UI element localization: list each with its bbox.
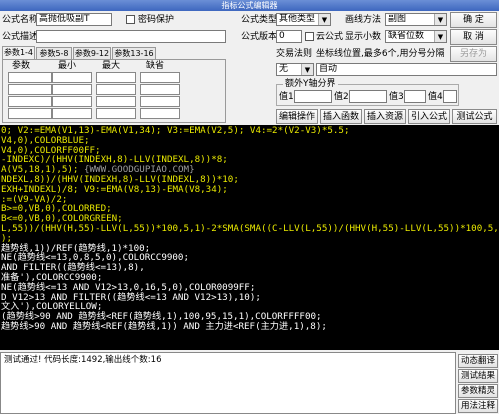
chevron-down-icon: ▼ (318, 14, 330, 25)
code-line: EXH+INDEXL)/8; V9:=EMA(V8,13)-EMA(V8,34)… (1, 184, 499, 195)
param-cell[interactable] (96, 84, 136, 95)
usage-notes-button[interactable]: 用法注释 (458, 399, 498, 413)
code-segment: 趋势线>90 AND 趋势线<REF(趋势线,1)) AND 主力进<REF(主… (1, 320, 327, 332)
status-text: 测试通过! 代码长度:1492,输出线个数:16 (4, 355, 162, 365)
edit-ops-button[interactable]: 编辑操作 (276, 109, 318, 124)
param-cell[interactable] (8, 72, 52, 83)
code-editor[interactable]: 0; V2:=EMA(V1,13)-EMA(V1,34); V3:=EMA(V2… (0, 125, 499, 350)
decimals-label: 显示小数 (345, 32, 382, 42)
y-value-1-input[interactable] (294, 90, 332, 103)
decimals-value: 缺省位数 (388, 31, 425, 41)
cloud-formula-checkbox[interactable] (305, 32, 314, 41)
cancel-button[interactable]: 取 消 (450, 29, 497, 45)
tab-params-9-12[interactable]: 参数9-12 (73, 47, 111, 59)
formula-version-input[interactable]: 0 (276, 30, 302, 43)
param-cell[interactable] (52, 72, 92, 83)
formula-type-value: 其他类型 (279, 14, 316, 24)
formula-desc-label: 公式描述 (2, 32, 39, 42)
param-cell[interactable] (8, 108, 52, 119)
code-line: 趋势线>90 AND 趋势线<REF(趋势线,1)) AND 主力进<REF(主… (1, 322, 499, 332)
formula-name-input[interactable]: 高抛低吸副T (36, 13, 112, 26)
code-segment: L,55))/(HHV(H,55)-LLV(L,55))*100,5,1)-2*… (1, 222, 499, 234)
param-cell[interactable] (52, 96, 92, 107)
trade-rule-select[interactable]: 无 ▼ (276, 63, 314, 76)
tab-params-5-8[interactable]: 参数5-8 (36, 47, 72, 59)
param-cell[interactable] (96, 96, 136, 107)
param-cell[interactable] (140, 108, 180, 119)
formula-type-select[interactable]: 其他类型 ▼ (276, 13, 331, 26)
import-formula-button[interactable]: 引入公式 (408, 109, 450, 124)
formula-type-label: 公式类型 (241, 15, 278, 25)
param-cell[interactable] (8, 96, 52, 107)
coord-hint-label: 坐标线位置,最多6个,用分号分隔 (316, 49, 445, 59)
formula-name-label: 公式名称 (2, 15, 39, 25)
draw-method-value: 副图 (388, 14, 407, 24)
ok-button[interactable]: 确 定 (450, 12, 497, 28)
decimals-select[interactable]: 缺省位数 ▼ (385, 30, 447, 43)
tab-params-13-16[interactable]: 参数13-16 (112, 47, 156, 59)
tab-params-1-4[interactable]: 参数1-4 (2, 46, 35, 59)
chevron-down-icon: ▼ (301, 64, 313, 75)
param-cell[interactable] (8, 84, 52, 95)
cloud-formula-label: 云公式 (316, 32, 344, 42)
param-header-name: 参数 (12, 61, 31, 71)
password-label: 密码保护 (138, 15, 175, 25)
param-cell[interactable] (52, 84, 92, 95)
y-value-3-label: 值3 (389, 92, 404, 102)
y-value-3-input[interactable] (404, 90, 426, 103)
insert-function-button[interactable]: 插入函数 (320, 109, 362, 124)
test-formula-button[interactable]: 测试公式 (452, 109, 497, 124)
param-cell[interactable] (140, 84, 180, 95)
chevron-down-icon: ▼ (434, 14, 446, 25)
dynamic-translate-button[interactable]: 动态翻译 (458, 354, 498, 368)
coord-line-input[interactable]: 自动 (316, 63, 497, 76)
y-value-4-input[interactable] (443, 90, 457, 103)
param-header-min: 最小 (58, 61, 77, 71)
trade-rule-label: 交易法则 (276, 49, 313, 59)
extra-y-axis-title: 额外Y轴分界 (283, 78, 338, 90)
status-panel: 测试通过! 代码长度:1492,输出线个数:16 (0, 352, 456, 414)
insert-resource-button[interactable]: 插入资源 (364, 109, 406, 124)
param-cell[interactable] (140, 72, 180, 83)
draw-method-label: 画线方法 (345, 15, 382, 25)
trade-rule-value: 无 (279, 64, 289, 74)
code-text: 0; V2:=EMA(V1,13)-EMA(V1,34); V3:=EMA(V2… (0, 125, 499, 332)
window-title: 指标公式编辑器 (0, 0, 499, 11)
formula-desc-input[interactable] (36, 30, 226, 43)
param-cell[interactable] (96, 72, 136, 83)
chevron-down-icon: ▼ (434, 31, 446, 42)
param-cell[interactable] (52, 108, 92, 119)
code-line: L,55))/(HHV(H,55)-LLV(L,55))*100,5,1)-2*… (1, 224, 499, 234)
param-header-default: 缺省 (146, 61, 165, 71)
formula-version-label: 公式版本 (241, 32, 278, 42)
password-checkbox[interactable] (126, 15, 135, 24)
save-as-button[interactable]: 另存为 (450, 46, 497, 62)
y-value-2-label: 值2 (334, 92, 349, 102)
param-cell[interactable] (96, 108, 136, 119)
param-header-max: 最大 (102, 61, 121, 71)
y-value-1-label: 值1 (279, 92, 294, 102)
param-wizard-button[interactable]: 参数精灵 (458, 384, 498, 398)
param-cell[interactable] (140, 96, 180, 107)
y-value-4-label: 值4 (428, 92, 443, 102)
draw-method-select[interactable]: 副图 ▼ (385, 13, 447, 26)
test-result-button[interactable]: 测试结果 (458, 369, 498, 383)
y-value-2-input[interactable] (349, 90, 387, 103)
